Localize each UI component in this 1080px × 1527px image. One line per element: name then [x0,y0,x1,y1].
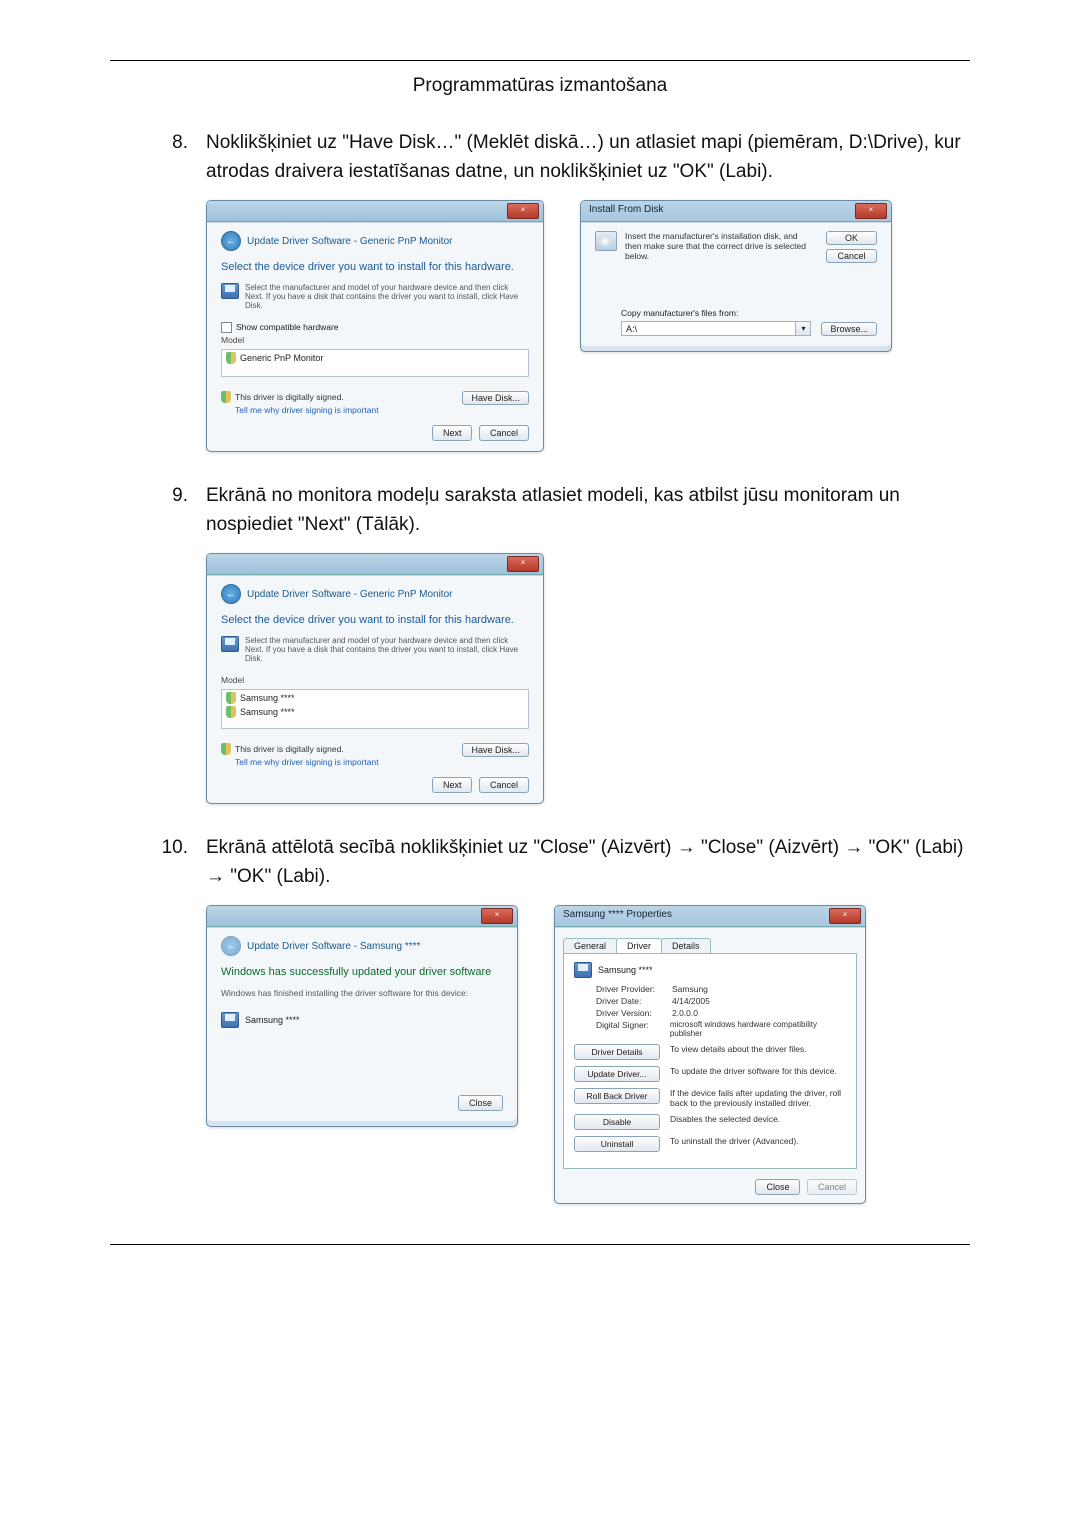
back-icon: ← [221,936,241,956]
value-version: 2.0.0.0 [672,1008,698,1018]
dialog-update-driver-generic: × ← Update Driver Software - Generic PnP … [206,200,544,452]
have-disk-button[interactable]: Have Disk... [462,743,529,757]
monitor-icon [221,283,239,299]
disable-button[interactable]: Disable [574,1114,660,1130]
dialog-update-success: × ← Update Driver Software - Samsung ****… [206,905,518,1127]
success-headline: Windows has successfully updated your dr… [221,966,503,978]
rollback-driver-desc: If the device fails after updating the d… [670,1088,846,1108]
cancel-button[interactable]: Cancel [826,249,877,263]
dialog-subtext: Select the manufacturer and model of you… [245,636,529,663]
tab-driver[interactable]: Driver [616,938,662,953]
tab-details[interactable]: Details [661,938,711,953]
have-disk-button[interactable]: Have Disk... [462,391,529,405]
breadcrumb: Update Driver Software - Samsung **** [247,941,420,952]
label-date: Driver Date: [596,996,666,1006]
step-10-number: 10. [110,834,206,891]
dialog-update-driver-samsung-list: × ← Update Driver Software - Generic PnP … [206,553,544,804]
column-model: Model [221,675,529,685]
close-icon[interactable]: × [481,908,513,924]
shield-icon [226,706,236,718]
rollback-driver-button[interactable]: Roll Back Driver [574,1088,660,1104]
dialog-headline: Select the device driver you want to ins… [221,614,529,626]
model-item[interactable]: Samsung **** [240,707,295,717]
signed-label: This driver is digitally signed. [235,744,344,754]
value-date: 4/14/2005 [672,996,710,1006]
step-8-number: 8. [110,129,206,186]
next-button[interactable]: Next [432,777,473,793]
shield-icon [226,352,236,364]
model-item[interactable]: Samsung **** [240,693,295,703]
step-8-text: Noklikšķiniet uz "Have Disk…" (Meklēt di… [206,129,970,186]
value-provider: Samsung [672,984,708,994]
signed-label: This driver is digitally signed. [235,392,344,402]
monitor-icon [221,636,239,652]
dialog-title: Install From Disk [589,204,663,215]
driver-details-button[interactable]: Driver Details [574,1044,660,1060]
shield-icon [226,692,236,704]
signing-link[interactable]: Tell me why driver signing is important [235,757,379,767]
cancel-button: Cancel [807,1179,857,1195]
tab-general[interactable]: General [563,938,617,953]
copy-from-label: Copy manufacturer's files from: [621,308,877,318]
step-10: 10. Ekrānā attēlotā secībā noklikšķiniet… [110,834,970,891]
device-name: Samsung **** [598,965,653,975]
step-9-number: 9. [110,482,206,539]
breadcrumb: Update Driver Software - Generic PnP Mon… [247,589,452,600]
update-driver-button[interactable]: Update Driver... [574,1066,660,1082]
success-subtext: Windows has finished installing the driv… [221,988,503,998]
dialog-install-from-disk: Install From Disk × Insert the manufactu… [580,200,892,352]
close-icon[interactable]: × [507,203,539,219]
ok-button[interactable]: OK [826,231,877,245]
driver-details-desc: To view details about the driver files. [670,1044,846,1054]
dialog-properties: Samsung **** Properties × General Driver… [554,905,866,1204]
monitor-icon [221,1012,239,1028]
dialog-subtext: Select the manufacturer and model of you… [245,283,529,310]
signing-link[interactable]: Tell me why driver signing is important [235,405,379,415]
update-driver-desc: To update the driver software for this d… [670,1066,846,1076]
column-model: Model [221,335,529,345]
step-9: 9. Ekrānā no monitora modeļu saraksta at… [110,482,970,539]
checkbox-compatible[interactable] [221,322,232,333]
close-button[interactable]: Close [755,1179,800,1195]
breadcrumb: Update Driver Software - Generic PnP Mon… [247,236,452,247]
disk-message: Insert the manufacturer's installation d… [625,231,814,263]
value-signer: microsoft windows hardware compatibility… [670,1020,846,1038]
disable-desc: Disables the selected device. [670,1114,846,1124]
device-name: Samsung **** [245,1015,300,1025]
model-item[interactable]: Generic PnP Monitor [240,353,323,363]
step-10-text: Ekrānā attēlotā secībā noklikšķiniet uz … [206,834,970,891]
close-icon[interactable]: × [829,908,861,924]
step-9-text: Ekrānā no monitora modeļu saraksta atlas… [206,482,970,539]
shield-icon [221,391,231,403]
disk-icon [595,231,617,251]
cancel-button[interactable]: Cancel [479,425,529,441]
back-icon[interactable]: ← [221,231,241,251]
label-signer: Digital Signer: [596,1020,664,1038]
close-icon[interactable]: × [855,203,887,219]
dialog-headline: Select the device driver you want to ins… [221,261,529,273]
uninstall-desc: To uninstall the driver (Advanced). [670,1136,846,1146]
close-button[interactable]: Close [458,1095,503,1111]
next-button[interactable]: Next [432,425,473,441]
label-provider: Driver Provider: [596,984,666,994]
monitor-icon [574,962,592,978]
browse-button[interactable]: Browse... [821,322,877,336]
step-8: 8. Noklikšķiniet uz "Have Disk…" (Meklēt… [110,129,970,186]
shield-icon [221,743,231,755]
uninstall-button[interactable]: Uninstall [574,1136,660,1152]
cancel-button[interactable]: Cancel [479,777,529,793]
page-title: Programmatūras izmantošana [110,75,970,97]
close-icon[interactable]: × [507,556,539,572]
label-version: Driver Version: [596,1008,666,1018]
chevron-down-icon[interactable]: ▾ [795,321,811,336]
checkbox-compatible-label: Show compatible hardware [236,322,339,332]
model-list[interactable]: Generic PnP Monitor [221,349,529,377]
path-combobox[interactable]: A:\ [621,321,795,336]
back-icon[interactable]: ← [221,584,241,604]
dialog-title: Samsung **** Properties [563,909,672,920]
model-list[interactable]: Samsung **** Samsung **** [221,689,529,729]
